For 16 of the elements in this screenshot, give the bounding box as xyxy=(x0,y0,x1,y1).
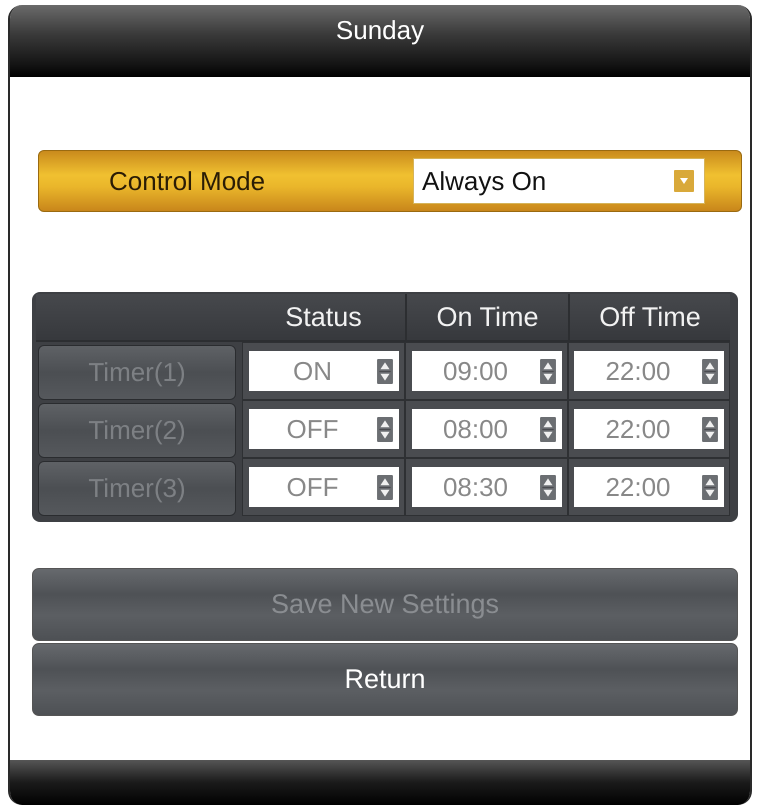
column-header: On Time xyxy=(405,294,568,342)
up-down-arrows-icon[interactable] xyxy=(376,474,392,500)
return-button[interactable]: Return xyxy=(32,643,738,716)
up-down-arrows-icon[interactable] xyxy=(540,358,556,384)
up-down-arrows-icon[interactable] xyxy=(376,358,392,384)
window-title: Sunday xyxy=(336,15,424,46)
control-mode-dropdown[interactable]: Always On xyxy=(413,158,705,204)
column-header: Status xyxy=(242,294,405,342)
control-mode-label: Control Mode xyxy=(109,166,266,196)
up-down-arrows-icon[interactable] xyxy=(540,474,556,500)
up-down-arrows-icon[interactable] xyxy=(540,416,556,442)
up-down-arrows-icon[interactable] xyxy=(702,358,718,384)
up-down-arrows-icon[interactable] xyxy=(376,416,392,442)
up-down-arrows-icon[interactable] xyxy=(702,474,718,500)
column-header: Off Time xyxy=(568,294,730,342)
up-down-arrows-icon[interactable] xyxy=(702,416,718,442)
